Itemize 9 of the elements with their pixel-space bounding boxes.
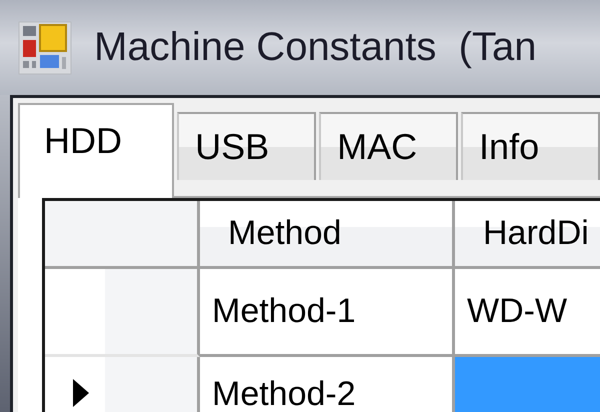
app-icon [18,20,72,74]
table-cell[interactable]: Method-1 [200,269,455,357]
current-row-icon [73,379,89,407]
tab[interactable]: USB [177,112,316,180]
column-header[interactable]: Method [200,201,455,269]
tab[interactable]: HDD [18,103,174,198]
window-title: Machine Constants (Tan [94,25,536,70]
tab[interactable]: Info [461,112,600,180]
tab[interactable]: MAC [319,112,458,180]
